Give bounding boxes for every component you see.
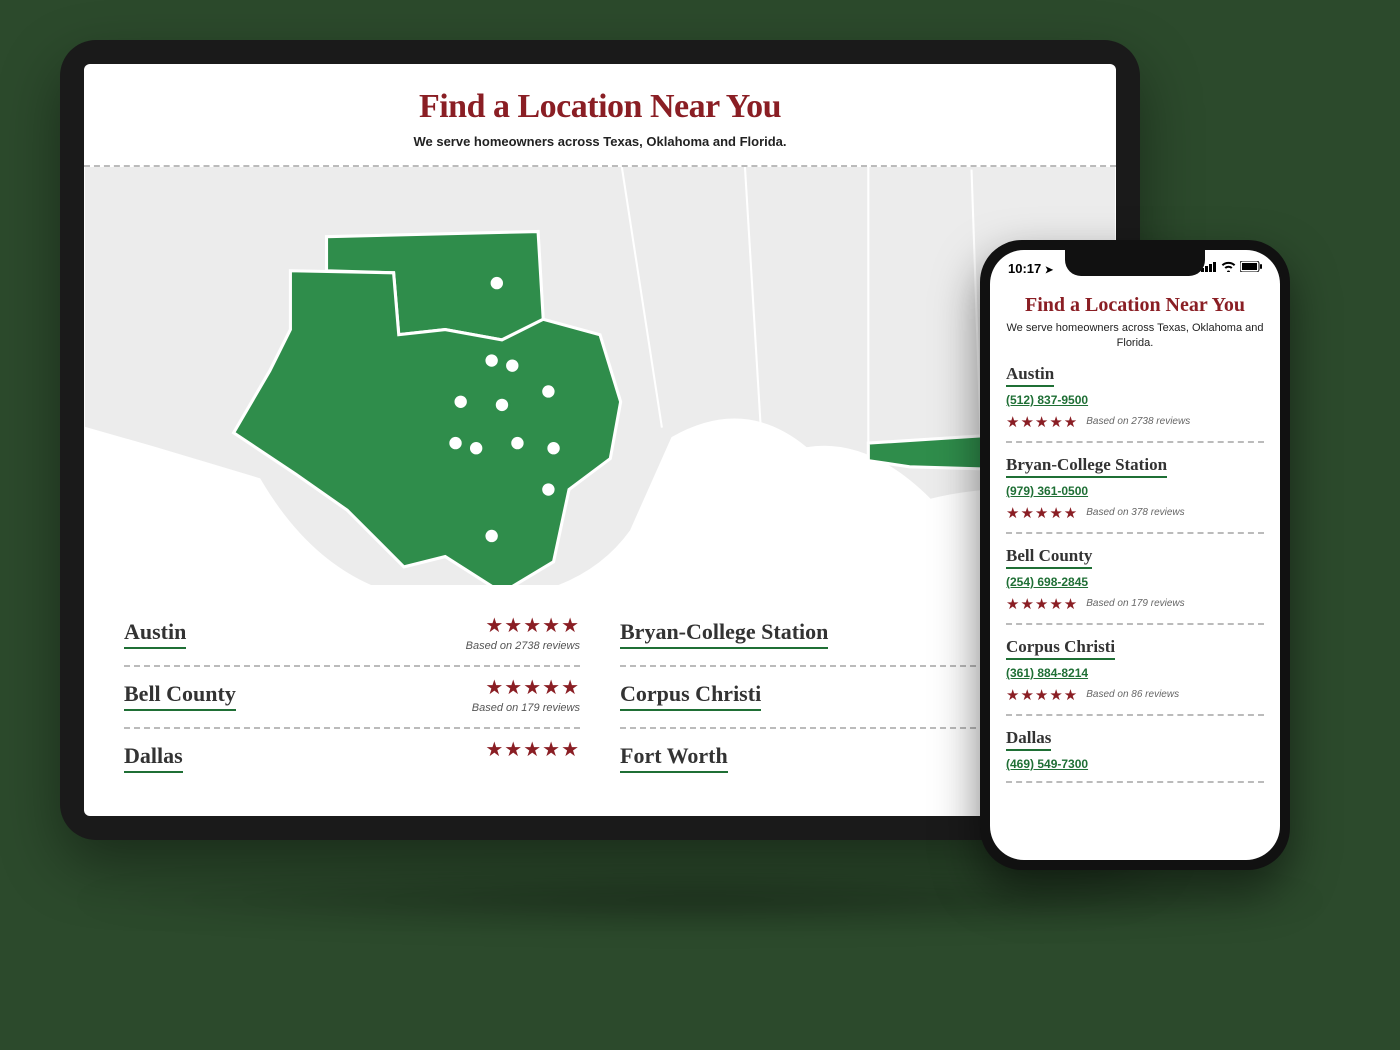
location-name[interactable]: Bryan-College Station xyxy=(620,619,828,649)
map-marker-icon[interactable] xyxy=(490,276,504,290)
status-time: 10:17 ➤ xyxy=(1008,261,1053,276)
star-rating-icon: ★★★★★ xyxy=(466,613,580,638)
location-rating: ★★★★★ xyxy=(485,737,580,762)
location-name[interactable]: Fort Worth xyxy=(620,743,728,773)
wifi-icon xyxy=(1221,261,1236,275)
location-phone-link[interactable]: (469) 549-7300 xyxy=(1006,757,1264,771)
map-marker-icon[interactable] xyxy=(453,395,467,409)
map-marker-icon[interactable] xyxy=(510,436,524,450)
star-rating-icon: ★★★★★ xyxy=(1006,413,1078,431)
tablet-device-frame: Find a Location Near You We serve homeow… xyxy=(60,40,1140,840)
phone-content: Find a Location Near You We serve homeow… xyxy=(990,286,1280,860)
location-tile: Dallas ★★★★★ xyxy=(124,729,580,789)
star-rating-icon: ★★★★★ xyxy=(1006,686,1078,704)
locations-list: Austin (512) 837-9500 ★★★★★ Based on 2738 r… xyxy=(1006,352,1264,783)
map-marker-icon[interactable] xyxy=(541,482,555,496)
reviews-count: Based on 2738 reviews xyxy=(466,640,580,652)
phone-screen: 10:17 ➤ Find a Location Near You We serv… xyxy=(990,250,1280,860)
location-name[interactable]: Austin xyxy=(1006,364,1054,387)
star-rating-icon: ★★★★★ xyxy=(1006,504,1078,522)
locations-map[interactable] xyxy=(84,165,1116,585)
device-shadow xyxy=(60,870,1340,930)
page-subtitle: We serve homeowners across Texas, Oklaho… xyxy=(104,134,1096,149)
location-rating: ★★★★★ Based on 2738 reviews xyxy=(466,613,580,652)
phone-device-frame: 10:17 ➤ Find a Location Near You We serv… xyxy=(980,240,1290,870)
map-marker-icon[interactable] xyxy=(484,353,498,367)
location-tile: Austin(512) 837-9500★★★★★Based on 2738 r… xyxy=(124,605,580,667)
map-marker-icon[interactable] xyxy=(546,441,560,455)
location-item: Corpus Christi (361) 884-8214 ★★★★★ Based o… xyxy=(1006,625,1264,716)
location-name[interactable]: Dallas xyxy=(124,743,183,773)
location-rating: ★★★★★ Based on 179 reviews xyxy=(472,675,580,714)
location-tile: Bell County(254) 698-2845★★★★★Based on 1… xyxy=(124,667,580,729)
location-phone-link[interactable]: (979) 361-0500 xyxy=(1006,484,1264,498)
map-marker-icon[interactable] xyxy=(505,358,519,372)
location-name[interactable]: Bell County xyxy=(124,681,236,711)
location-name[interactable]: Bell County xyxy=(1006,546,1092,569)
star-rating-icon: ★★★★★ xyxy=(485,737,580,762)
reviews-count: Based on 179 reviews xyxy=(472,702,580,714)
location-phone-link[interactable]: (254) 698-2845 xyxy=(1006,575,1264,589)
location-item: Bell County (254) 698-2845 ★★★★★ Based on 1… xyxy=(1006,534,1264,625)
reviews-count: Based on 2738 reviews xyxy=(1086,416,1190,427)
location-name[interactable]: Corpus Christi xyxy=(620,681,761,711)
location-phone-link[interactable]: (361) 884-8214 xyxy=(1006,666,1264,680)
locations-grid: Austin(512) 837-9500★★★★★Based on 2738 r… xyxy=(84,585,1116,789)
location-phone-link[interactable]: (512) 837-9500 xyxy=(1006,393,1264,407)
page-title: Find a Location Near You xyxy=(1006,294,1264,317)
reviews-count: Based on 179 reviews xyxy=(1086,598,1184,609)
page-subtitle: We serve homeowners across Texas, Oklaho… xyxy=(1006,321,1264,352)
tablet-screen: Find a Location Near You We serve homeow… xyxy=(84,64,1116,816)
map-marker-icon[interactable] xyxy=(448,436,462,450)
reviews-count: Based on 378 reviews xyxy=(1086,507,1184,518)
star-rating-icon: ★★★★★ xyxy=(472,675,580,700)
phone-notch xyxy=(1065,250,1205,276)
location-name[interactable]: Bryan-College Station xyxy=(1006,455,1167,478)
location-item: Austin (512) 837-9500 ★★★★★ Based on 2738 r… xyxy=(1006,352,1264,443)
page-title: Find a Location Near You xyxy=(104,88,1096,126)
map-marker-icon[interactable] xyxy=(541,384,555,398)
location-item: Dallas (469) 549-7300 xyxy=(1006,716,1264,783)
location-name[interactable]: Dallas xyxy=(1006,728,1051,751)
reviews-count: Based on 86 reviews xyxy=(1086,689,1179,700)
location-item: Bryan-College Station (979) 361-0500 ★★★★★… xyxy=(1006,443,1264,534)
map-marker-icon[interactable] xyxy=(469,441,483,455)
battery-icon xyxy=(1240,261,1262,275)
location-arrow-icon: ➤ xyxy=(1045,265,1053,276)
location-name[interactable]: Austin xyxy=(124,619,186,649)
map-marker-icon[interactable] xyxy=(484,529,498,543)
location-name[interactable]: Corpus Christi xyxy=(1006,637,1115,660)
star-rating-icon: ★★★★★ xyxy=(1006,595,1078,613)
page-header: Find a Location Near You We serve homeow… xyxy=(84,64,1116,165)
map-marker-icon[interactable] xyxy=(495,398,509,412)
